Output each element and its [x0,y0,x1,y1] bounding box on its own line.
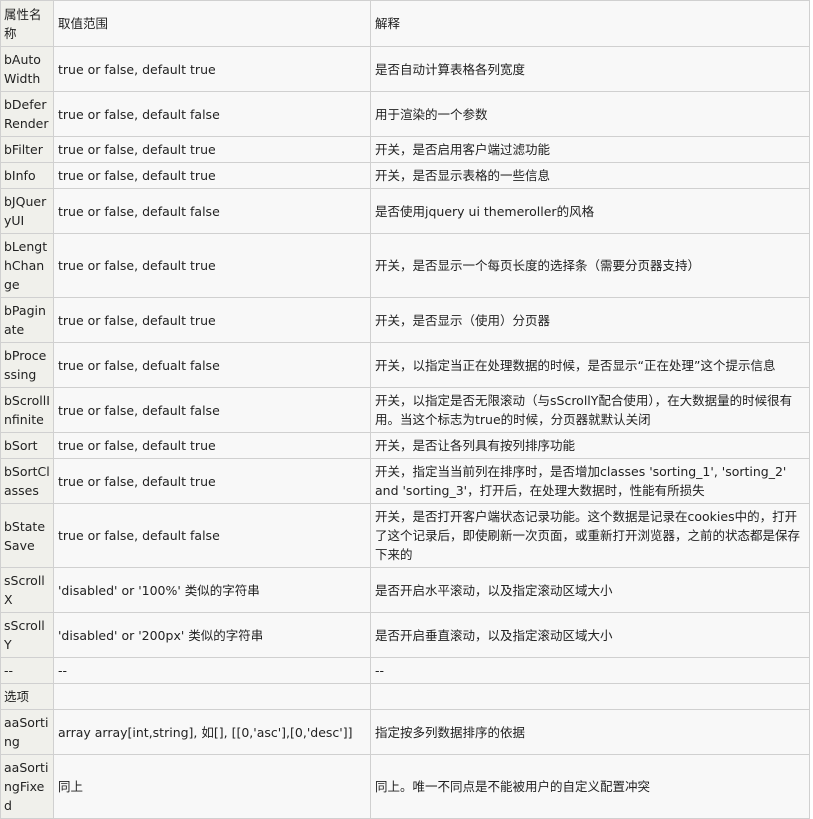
option-range: array array[int,string], 如[], [[0,'asc']… [53,709,371,755]
option-desc: 同上。唯一不同点是不能被用户的自定义配置冲突 [370,754,810,819]
option-desc: 开关，是否启用客户端过滤功能 [370,136,810,163]
option-desc: 是否使用jquery ui themeroller的风格 [370,188,810,234]
option-range: true or false, default false [53,91,371,137]
option-desc: 开关，是否显示表格的一些信息 [370,162,810,189]
option-desc: 开关，以指定是否无限滚动（与sScrollY配合使用），在大数据量的时候很有用。… [370,387,810,433]
option-desc [370,683,810,710]
option-name: bProcessing [0,342,54,388]
option-range [53,683,371,710]
option-name: bScrollInfinite [0,387,54,433]
option-range: true or false, default true [53,297,371,343]
option-desc: 用于渲染的一个参数 [370,91,810,137]
option-name: aaSorting [0,709,54,755]
table-row: bJQueryUI true or false, default false 是… [0,188,810,234]
option-range: true or false, default true [53,233,371,298]
option-name: bDeferRender [0,91,54,137]
table-row: bSort true or false, default true 开关，是否让… [0,432,810,459]
option-range: true or false, default true [53,432,371,459]
header-range: 取值范围 [53,0,371,47]
option-name: bSortClasses [0,458,54,504]
option-desc: 开关，是否显示一个每页长度的选择条（需要分页器支持） [370,233,810,298]
table-row: aaSorting array array[int,string], 如[], … [0,709,810,755]
option-range: -- [53,657,371,684]
option-range: true or false, defualt false [53,342,371,388]
option-desc: 是否自动计算表格各列宽度 [370,46,810,92]
option-desc: 是否开启垂直滚动，以及指定滚动区域大小 [370,612,810,658]
option-desc: -- [370,657,810,684]
option-name: sScrollY [0,612,54,658]
table-row: -- -- -- [0,657,810,684]
option-name: bStateSave [0,503,54,568]
header-row: 属性名称 取值范围 解释 [0,0,810,47]
table-row: bAutoWidth true or false, default true 是… [0,46,810,92]
table-row: aaSortingFixed 同上 同上。唯一不同点是不能被用户的自定义配置冲突 [0,754,810,819]
option-name: sScrollX [0,567,54,613]
table-row: bFilter true or false, default true 开关，是… [0,136,810,163]
option-desc: 指定按多列数据排序的依据 [370,709,810,755]
table-row: bDeferRender true or false, default fals… [0,91,810,137]
option-desc: 开关，以指定当正在处理数据的时候，是否显示“正在处理”这个提示信息 [370,342,810,388]
option-name: bAutoWidth [0,46,54,92]
option-name: aaSortingFixed [0,754,54,819]
table-row: bPaginate true or false, default true 开关… [0,297,810,343]
option-name: bJQueryUI [0,188,54,234]
table-row: bSortClasses true or false, default true… [0,458,810,504]
option-range: 'disabled' or '200px' 类似的字符串 [53,612,371,658]
table-row: sScrollY 'disabled' or '200px' 类似的字符串 是否… [0,612,810,658]
option-range: true or false, default true [53,46,371,92]
table-row: bScrollInfinite true or false, default f… [0,387,810,433]
table-row: sScrollX 'disabled' or '100%' 类似的字符串 是否开… [0,567,810,613]
section-label: 选项 [0,683,54,710]
option-desc: 开关，指定当当前列在排序时，是否增加classes 'sorting_1', '… [370,458,810,504]
option-range: 同上 [53,754,371,819]
table-row: bInfo true or false, default true 开关，是否显… [0,162,810,189]
section-row: 选项 [0,683,810,710]
options-table: 属性名称 取值范围 解释 bAutoWidth true or false, d… [0,0,810,819]
option-name: bFilter [0,136,54,163]
option-name: bInfo [0,162,54,189]
option-desc: 开关，是否显示（使用）分页器 [370,297,810,343]
option-name: bPaginate [0,297,54,343]
option-desc: 开关，是否打开客户端状态记录功能。这个数据是记录在cookies中的，打开了这个… [370,503,810,568]
header-desc: 解释 [370,0,810,47]
option-range: true or false, default false [53,503,371,568]
option-range: 'disabled' or '100%' 类似的字符串 [53,567,371,613]
option-name: bSort [0,432,54,459]
table-row: bProcessing true or false, defualt false… [0,342,810,388]
option-range: true or false, default true [53,458,371,504]
option-name: -- [0,657,54,684]
option-desc: 开关，是否让各列具有按列排序功能 [370,432,810,459]
option-name: bLengthChange [0,233,54,298]
option-range: true or false, default true [53,162,371,189]
table-row: bStateSave true or false, default false … [0,503,810,568]
option-range: true or false, default true [53,136,371,163]
option-desc: 是否开启水平滚动，以及指定滚动区域大小 [370,567,810,613]
header-name: 属性名称 [0,0,54,47]
table-row: bLengthChange true or false, default tru… [0,233,810,298]
option-range: true or false, default false [53,188,371,234]
option-range: true or false, default false [53,387,371,433]
